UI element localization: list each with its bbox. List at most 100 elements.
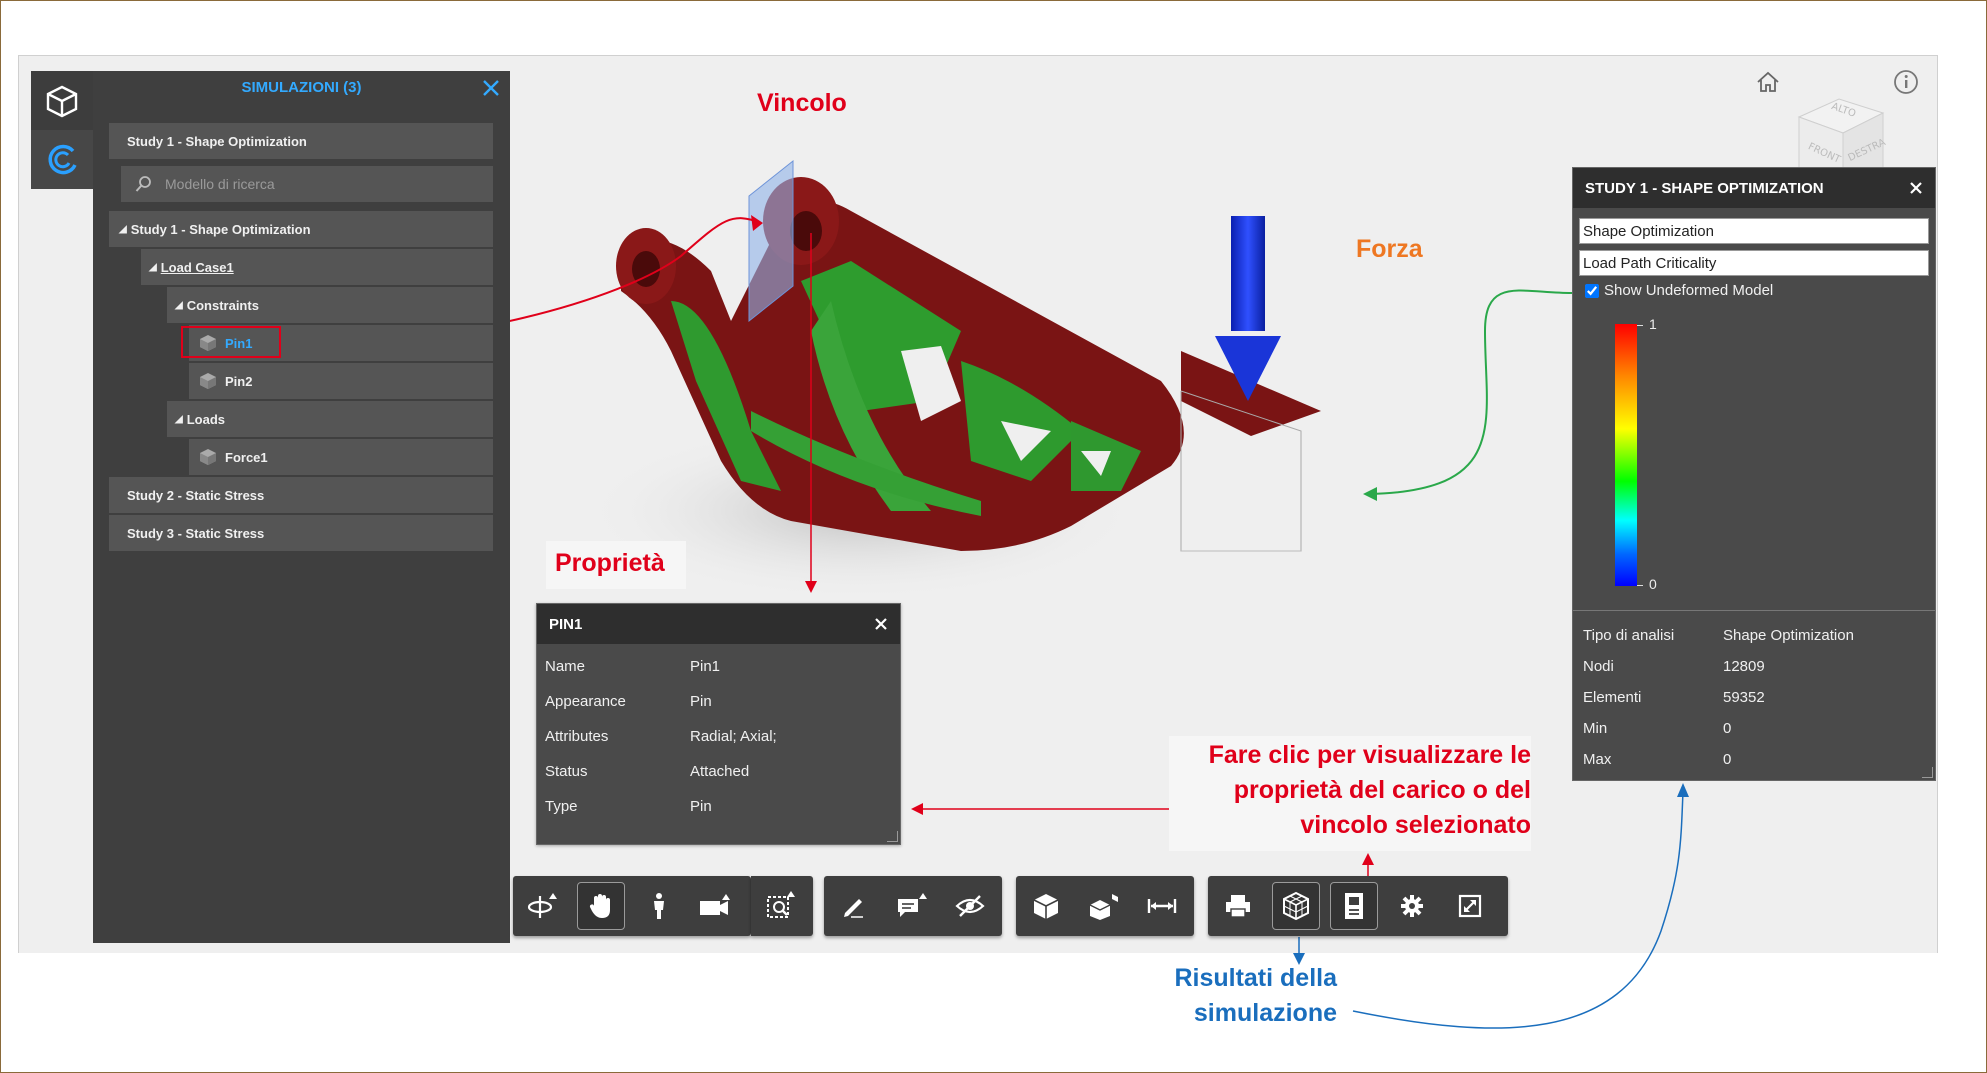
load-cube-icon: [200, 449, 216, 465]
pin1-highlight-box: [181, 326, 281, 358]
property-row: Type Pin: [545, 789, 895, 823]
simulations-button[interactable]: [31, 130, 93, 189]
constraint-cube-icon: [200, 373, 216, 389]
simulations-sidebar: SIMULAZIONI (3) Study 1 - Shape Optimiza…: [93, 71, 510, 943]
study-panel-close-button[interactable]: [1907, 179, 1925, 197]
mesh-cube-icon: [1283, 891, 1309, 921]
search-box[interactable]: [121, 166, 493, 202]
expand-triangle-icon[interactable]: ◢: [175, 414, 183, 425]
info-row: Tipo di analisi Shape Optimization: [1583, 620, 1923, 650]
print-button[interactable]: [1214, 882, 1262, 930]
result-view-select[interactable]: Load Path Criticality: [1579, 250, 1929, 276]
simulation-results-button[interactable]: [1272, 882, 1320, 930]
settings-button[interactable]: [1388, 882, 1436, 930]
gear-icon: [1401, 895, 1423, 917]
tree-item-constraints[interactable]: ◢ Constraints: [167, 287, 493, 323]
orbit-icon: [527, 893, 557, 918]
comment-button[interactable]: [888, 882, 936, 930]
annotation-proprieta-label: Proprietà: [555, 549, 665, 577]
study-panel-header: STUDY 1 - SHAPE OPTIMIZATION: [1573, 168, 1935, 208]
simulation-icon: [48, 144, 77, 174]
markup-button[interactable]: [830, 882, 878, 930]
resize-grip-icon[interactable]: [1922, 767, 1933, 778]
tree-item-pin1[interactable]: Pin1: [181, 325, 493, 361]
eye-hidden-icon: [955, 895, 985, 917]
annotation-click-hint-line2: proprietà del carico o del: [1233, 776, 1531, 804]
expand-triangle-icon[interactable]: ◢: [175, 300, 183, 311]
result-type-select[interactable]: Shape Optimization: [1579, 218, 1929, 244]
resize-grip-icon[interactable]: [887, 831, 898, 842]
expand-triangle-icon[interactable]: ◢: [149, 262, 157, 273]
explode-icon: [1089, 894, 1118, 920]
annotation-click-hint-line1: Fare clic per visualizzare le: [1208, 741, 1531, 769]
ruler-icon: [1147, 899, 1177, 913]
properties-close-button[interactable]: [872, 615, 890, 633]
sidebar-item-study2[interactable]: Study 2 - Static Stress: [109, 477, 493, 513]
info-row: Max 0: [1583, 744, 1923, 774]
tree-item-loads[interactable]: ◢ Loads: [167, 401, 493, 437]
tree-item-pin2[interactable]: Pin2: [189, 363, 493, 399]
zoom-window-icon: [767, 891, 795, 918]
camera-button[interactable]: [691, 882, 739, 930]
property-value: Pin1: [690, 657, 721, 675]
pan-button[interactable]: [577, 882, 625, 930]
info-value: Shape Optimization: [1723, 626, 1854, 644]
sidebar-close-button[interactable]: [480, 77, 502, 99]
annotation-results-line1: Risultati della: [1174, 964, 1337, 992]
annotation-forza: Forza: [1356, 235, 1423, 263]
walk-button[interactable]: [635, 882, 683, 930]
show-undeformed-checkbox[interactable]: [1585, 283, 1599, 298]
info-key: Nodi: [1583, 657, 1614, 675]
property-key: Type: [545, 797, 578, 815]
property-row: Appearance Pin: [545, 684, 895, 718]
info-value: 59352: [1723, 688, 1765, 706]
tree-item-label: Load Case1: [160, 259, 234, 275]
show-undeformed-row: Show Undeformed Model: [1585, 282, 1773, 299]
info-key: Max: [1583, 750, 1612, 768]
close-icon: [875, 618, 887, 630]
person-icon: [654, 893, 664, 919]
annotation-results: Risultati della simulazione: [1151, 961, 1337, 1031]
show-undeformed-label: Show Undeformed Model: [1604, 282, 1774, 299]
sidebar-item-study3[interactable]: Study 3 - Static Stress: [109, 515, 493, 551]
fullscreen-button[interactable]: [1446, 882, 1494, 930]
tree-item-label: Loads: [186, 411, 225, 427]
model-toolbar: [1016, 876, 1194, 936]
property-value: Radial; Axial;: [690, 727, 777, 745]
property-key: Attributes: [545, 727, 609, 745]
sidebar-item-label: Study 3 - Static Stress: [127, 525, 265, 541]
tree-item-study1[interactable]: ◢ Study 1 - Shape Optimization: [109, 211, 493, 247]
model-browser-button[interactable]: [31, 71, 93, 130]
tree-item-load-case[interactable]: ◢ Load Case1: [141, 249, 493, 285]
property-value: Attached: [690, 762, 750, 780]
info-row: Nodi 12809: [1583, 651, 1923, 681]
navigation-toolbar-extra: [751, 876, 813, 936]
model-browser-tool-button[interactable]: [1022, 882, 1070, 930]
study-panel-title: STUDY 1 - SHAPE OPTIMIZATION: [1585, 179, 1824, 197]
properties-button[interactable]: [1330, 882, 1378, 930]
search-input[interactable]: [163, 175, 467, 193]
annotation-click-hint-line3: vincolo selezionato: [1300, 811, 1531, 839]
property-key: Appearance: [545, 692, 626, 710]
orbit-button[interactable]: [519, 882, 567, 930]
measure-button[interactable]: [1138, 882, 1186, 930]
property-row: Status Attached: [545, 754, 895, 788]
sidebar-item-study1[interactable]: Study 1 - Shape Optimization: [109, 123, 493, 159]
property-key: Name: [545, 657, 586, 675]
fullscreen-icon: [1458, 894, 1482, 918]
sidebar-title: SIMULAZIONI (3): [241, 79, 362, 96]
pan-hand-icon: [589, 894, 610, 918]
property-value: Pin: [690, 797, 712, 815]
info-value: 0: [1723, 719, 1732, 737]
markup-toolbar: [824, 876, 1002, 936]
explode-button[interactable]: [1080, 882, 1128, 930]
search-icon: [135, 176, 151, 192]
tree-item-force1[interactable]: Force1: [189, 439, 493, 475]
color-legend-bar: [1615, 324, 1637, 586]
hide-button[interactable]: [946, 882, 994, 930]
zoom-window-button[interactable]: [757, 882, 805, 930]
panel-divider: [1573, 610, 1935, 611]
expand-triangle-icon[interactable]: ◢: [119, 224, 127, 235]
sidebar-item-label: Study 2 - Static Stress: [127, 487, 265, 503]
info-key: Elementi: [1583, 688, 1642, 706]
